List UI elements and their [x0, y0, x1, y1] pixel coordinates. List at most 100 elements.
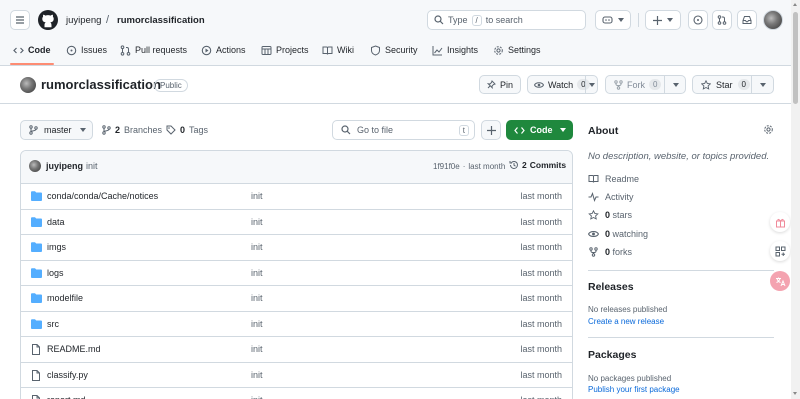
- star-icon: [701, 79, 711, 90]
- file-commit-message[interactable]: init: [251, 217, 263, 227]
- pulse-icon: [588, 192, 599, 202]
- publish-package-link[interactable]: Publish your first package: [588, 385, 680, 394]
- owner-link[interactable]: juyipeng: [66, 15, 101, 26]
- tab-security[interactable]: Security: [370, 40, 418, 60]
- avatar[interactable]: [763, 10, 783, 30]
- forks-label: forks: [612, 247, 633, 257]
- code-icon: [13, 47, 24, 53]
- tab-label: Insights: [447, 45, 479, 55]
- tab-settings[interactable]: Settings: [493, 40, 541, 60]
- watch-button[interactable]: Watch 0: [527, 75, 598, 94]
- tab-issues[interactable]: Issues: [66, 40, 107, 60]
- copilot-button[interactable]: [595, 10, 631, 30]
- readme-link[interactable]: Readme: [588, 174, 639, 184]
- file-name[interactable]: imgs: [47, 242, 66, 252]
- file-commit-message[interactable]: init: [251, 370, 263, 380]
- file-row[interactable]: classify.py init last month: [21, 361, 572, 388]
- menu-button[interactable]: [10, 10, 30, 30]
- file-row[interactable]: report.md init last month: [21, 387, 572, 399]
- releases-heading[interactable]: Releases: [588, 281, 634, 293]
- tab-code[interactable]: Code: [13, 40, 51, 60]
- scrollbar-thumb[interactable]: [793, 12, 798, 104]
- star-button[interactable]: Star 0: [692, 75, 774, 94]
- file-name[interactable]: classify.py: [47, 370, 88, 380]
- tab-actions[interactable]: Actions: [201, 40, 246, 60]
- file-commit-date: last month: [520, 242, 562, 253]
- search-prefix: Type: [448, 15, 468, 25]
- repo-title[interactable]: rumorclassification: [41, 77, 161, 92]
- commit-author-avatar[interactable]: [29, 160, 41, 172]
- tab-wiki[interactable]: Wiki: [322, 40, 354, 60]
- translate-extension-button[interactable]: [770, 271, 790, 291]
- file-name[interactable]: report.md: [47, 395, 86, 399]
- repo-link[interactable]: rumorclassification: [117, 15, 205, 26]
- repo-avatar: [20, 77, 36, 93]
- file-commit-message[interactable]: init: [251, 319, 263, 329]
- file-commit-message[interactable]: init: [251, 268, 263, 278]
- code-button[interactable]: Code: [506, 120, 573, 140]
- file-commit-message[interactable]: init: [251, 191, 263, 201]
- fork-button[interactable]: Fork 0: [605, 75, 686, 94]
- file-commit-message[interactable]: init: [251, 293, 263, 303]
- file-name[interactable]: README.md: [47, 344, 101, 354]
- file-commit-message[interactable]: init: [251, 242, 263, 252]
- pull-request-icon: [717, 15, 727, 25]
- tags-link[interactable]: 0 Tags: [166, 125, 208, 135]
- folder-icon: [31, 191, 42, 201]
- add-file-button[interactable]: [481, 120, 501, 140]
- pin-button[interactable]: Pin: [479, 75, 521, 94]
- tab-insights[interactable]: Insights: [432, 40, 478, 60]
- pull-requests-button[interactable]: [712, 10, 732, 30]
- tab-projects[interactable]: Projects: [261, 40, 309, 60]
- file-row[interactable]: logs init last month: [21, 259, 572, 286]
- fork-divider: [664, 76, 665, 93]
- create-release-link[interactable]: Create a new release: [588, 317, 664, 326]
- commits-link[interactable]: 2 Commits: [509, 160, 566, 170]
- file-icon: [32, 395, 40, 399]
- file-row[interactable]: README.md init last month: [21, 336, 572, 362]
- file-name[interactable]: logs: [47, 268, 64, 278]
- issues-button[interactable]: [688, 10, 708, 30]
- file-commit-message[interactable]: init: [251, 344, 263, 354]
- grid-extension-button[interactable]: [770, 241, 790, 261]
- go-to-file-placeholder: Go to file: [357, 125, 394, 135]
- file-name[interactable]: conda/conda/Cache/notices: [47, 191, 158, 201]
- watching-link[interactable]: 0 watching: [588, 229, 648, 239]
- file-name[interactable]: data: [47, 217, 65, 227]
- tab-label: Security: [385, 45, 418, 55]
- scrollbar-up-arrow[interactable]: [793, 3, 797, 6]
- create-new-button[interactable]: [645, 10, 681, 30]
- gift-extension-button[interactable]: [770, 212, 790, 232]
- tab-pull-requests[interactable]: Pull requests: [120, 40, 187, 60]
- file-row[interactable]: modelfile init last month: [21, 285, 572, 311]
- file-row[interactable]: imgs init last month: [21, 234, 572, 260]
- commit-message[interactable]: init: [86, 161, 98, 171]
- file-commit-message[interactable]: init: [251, 395, 263, 399]
- stars-count: 0: [605, 210, 611, 220]
- translate-icon: [775, 277, 785, 286]
- branches-link[interactable]: 2 Branches: [102, 125, 162, 135]
- inbox-button[interactable]: [737, 10, 757, 30]
- scrollbar-down-arrow[interactable]: [793, 392, 797, 395]
- pin-label: Pin: [499, 79, 513, 90]
- file-row[interactable]: src init last month: [21, 310, 572, 337]
- about-settings-button[interactable]: [763, 124, 774, 135]
- activity-link[interactable]: Activity: [588, 192, 634, 202]
- github-logo-icon[interactable]: [38, 10, 58, 30]
- file-name[interactable]: modelfile: [47, 293, 83, 303]
- branch-icon: [102, 125, 111, 135]
- file-row[interactable]: data init last month: [21, 208, 572, 235]
- search-input[interactable]: Type / to search: [427, 10, 586, 30]
- forks-link[interactable]: 0 forks: [588, 247, 632, 257]
- commit-hash[interactable]: 1f91f0e: [433, 162, 460, 171]
- stars-link[interactable]: 0 stars: [588, 210, 632, 220]
- page-scrollbar[interactable]: [791, 0, 800, 399]
- star-icon: [588, 210, 599, 220]
- go-to-file-input[interactable]: Go to file t: [332, 120, 475, 140]
- packages-heading[interactable]: Packages: [588, 349, 636, 361]
- tab-label: Issues: [81, 45, 108, 55]
- file-name[interactable]: src: [47, 319, 59, 329]
- commit-author[interactable]: juyipeng: [46, 161, 83, 171]
- branch-selector[interactable]: master: [20, 120, 93, 140]
- file-row[interactable]: conda/conda/Cache/notices init last month: [21, 183, 572, 209]
